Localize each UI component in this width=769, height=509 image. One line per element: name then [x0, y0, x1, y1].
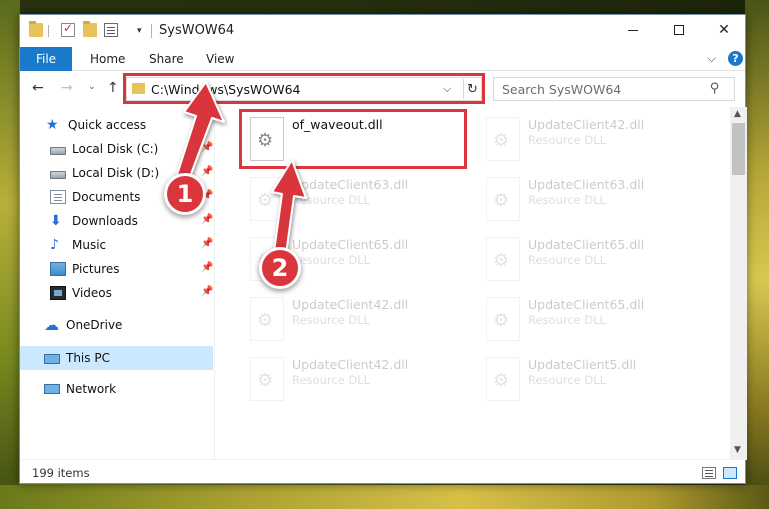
- step-1-badge: 1: [164, 173, 206, 215]
- step-2-badge: 2: [259, 247, 301, 289]
- arrow-1: [175, 81, 225, 183]
- annotation-arrows: [175, 81, 307, 255]
- arrow-2: [271, 159, 307, 255]
